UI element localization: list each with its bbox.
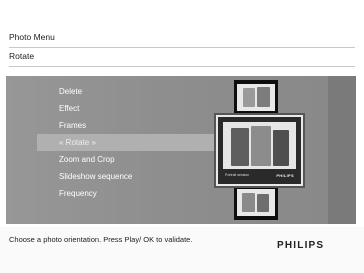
menu-item-frames[interactable]: Frames (59, 121, 86, 130)
menu-item-zoom-and-crop[interactable]: Zoom and Crop (59, 155, 115, 164)
status-hint: Choose a photo orientation. Press Play/ … (9, 235, 193, 244)
photo-caption: Portrait session (225, 173, 250, 177)
menu-item-effect[interactable]: Effect (59, 104, 79, 113)
thumbnail-brand: PHILIPS (276, 173, 294, 178)
divider (9, 66, 355, 67)
photo-image (223, 122, 296, 169)
thumbnail-previous[interactable] (237, 84, 275, 111)
right-panel-edge (328, 76, 356, 224)
menu-item-delete[interactable]: Delete (59, 87, 82, 96)
thumbnail-next[interactable] (237, 189, 275, 216)
menu-panel: Delete Effect Frames « Rotate » Zoom and… (6, 76, 356, 224)
philips-logo: PHILIPS (277, 240, 325, 251)
photo-caption-strip: Portrait session PHILIPS (223, 171, 296, 180)
submenu-title: Rotate (9, 51, 35, 61)
divider (9, 47, 355, 48)
menu-item-frequency[interactable]: Frequency (59, 189, 97, 198)
menu-item-rotate[interactable]: « Rotate » (59, 138, 96, 147)
page-title: Photo Menu (9, 32, 55, 42)
photo-menu-list: Delete Effect Frames « Rotate » Zoom and… (6, 76, 218, 224)
current-photo-preview[interactable]: Portrait session PHILIPS (216, 115, 303, 186)
menu-item-slideshow-sequence[interactable]: Slideshow sequence (59, 172, 132, 181)
